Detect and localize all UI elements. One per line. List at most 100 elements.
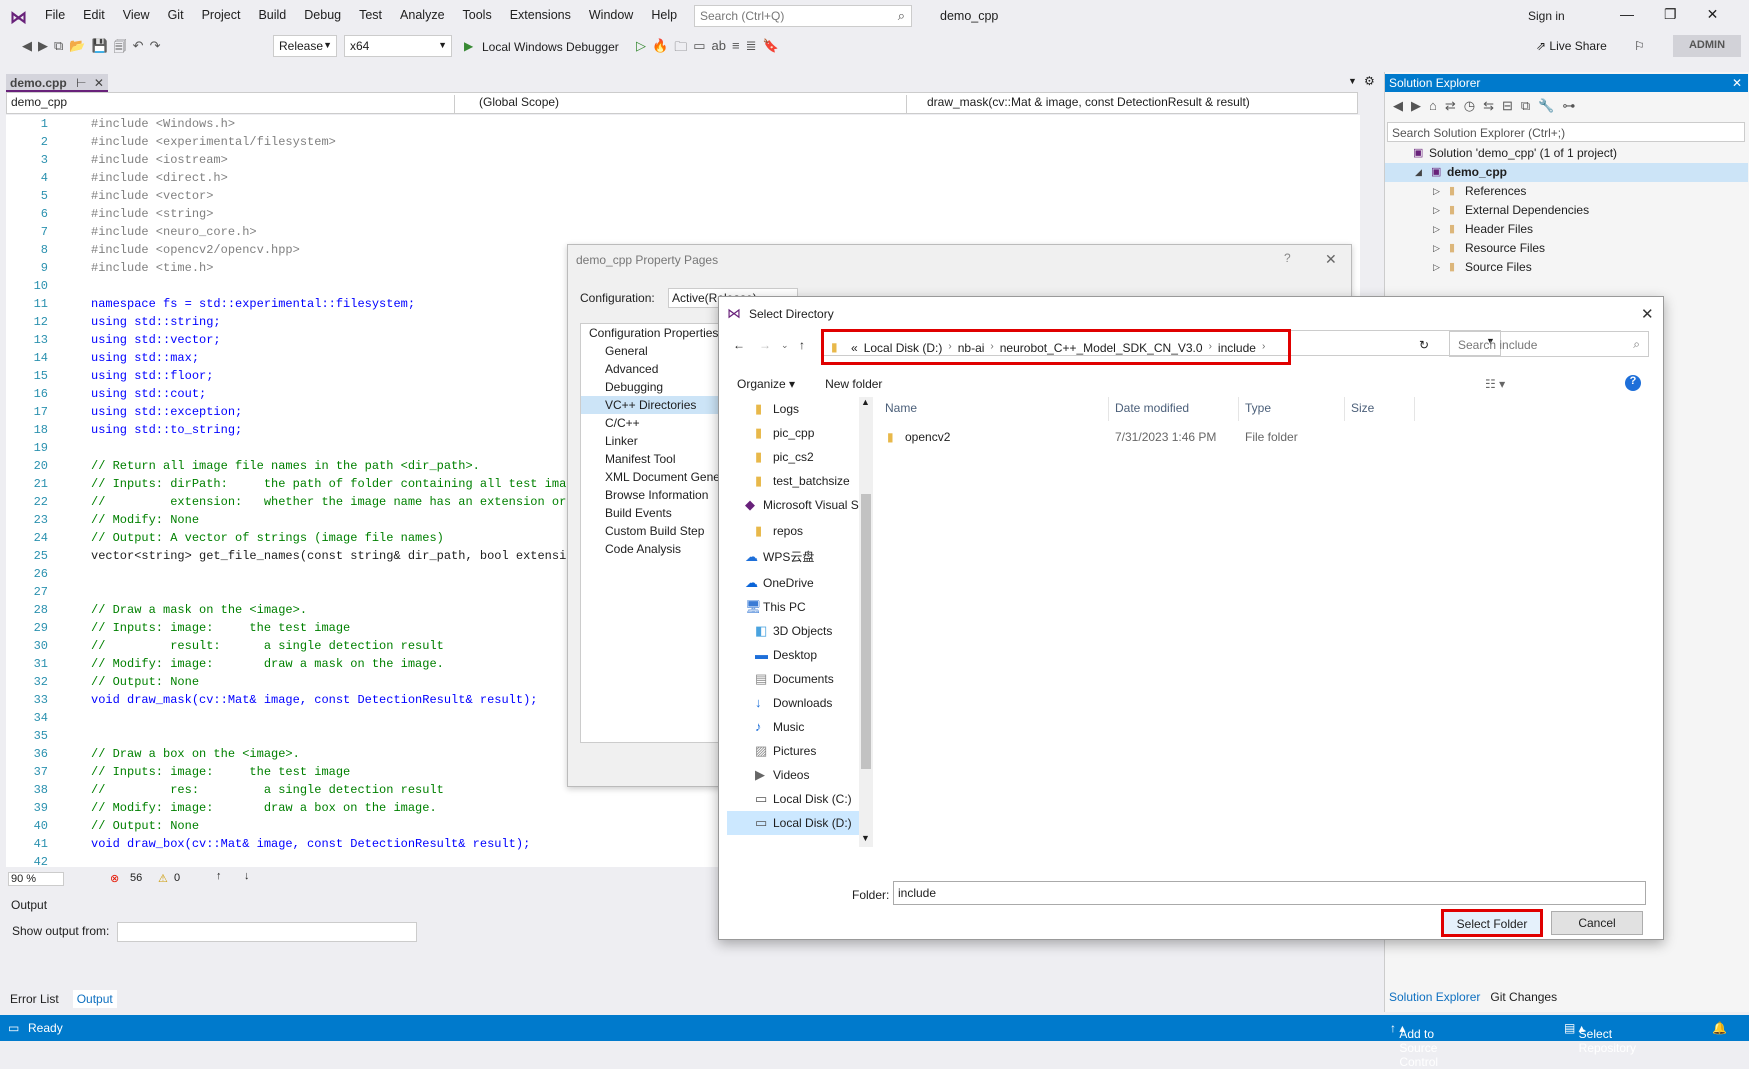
nav-item[interactable]: ▨ Pictures	[727, 739, 859, 763]
nav-item[interactable]: ◧ 3D Objects	[727, 619, 859, 643]
menu-edit[interactable]: Edit	[74, 8, 114, 22]
visual-studio-logo-icon[interactable]: ⋈	[10, 8, 27, 28]
property-tree-item[interactable]: Build Events	[581, 504, 719, 522]
sign-in-link[interactable]: Sign in	[1528, 9, 1565, 23]
bookmark-icon[interactable]: 🔖	[762, 38, 778, 60]
nav-item[interactable]: ☁ WPS云盘	[727, 545, 859, 569]
nav-item[interactable]: ↓ Downloads	[727, 691, 859, 715]
menu-git[interactable]: Git	[159, 8, 193, 22]
tab-error-list[interactable]: Error List	[6, 990, 63, 1008]
close-icon[interactable]: ✕	[1707, 6, 1719, 23]
property-tree-item[interactable]: Configuration Properties	[581, 324, 719, 342]
tab-overflow-icon[interactable]: ▼	[1348, 76, 1357, 86]
forward-icon[interactable]: ▶	[1411, 98, 1421, 116]
search-include-input[interactable]: Search include ⌕	[1449, 331, 1649, 357]
menu-window[interactable]: Window	[580, 8, 642, 22]
view-options-icon[interactable]: ☷ ▾	[1485, 377, 1505, 391]
redo-icon[interactable]: ↷	[150, 38, 161, 60]
menu-tools[interactable]: Tools	[454, 8, 501, 22]
breadcrumb-item[interactable]: nb-ai	[958, 341, 985, 355]
hot-reload-icon[interactable]: 🔥	[652, 38, 668, 60]
collapse-icon[interactable]: ◢	[1415, 163, 1422, 182]
menu-view[interactable]: View	[114, 8, 159, 22]
scope-dropdown[interactable]: (Global Scope)	[459, 95, 907, 113]
property-tree-item[interactable]: Code Analysis	[581, 540, 719, 558]
solution-search-input[interactable]: Search Solution Explorer (Ctrl+;)	[1387, 122, 1745, 142]
comment-icon[interactable]: ≡	[732, 38, 740, 60]
show-all-files-icon[interactable]: ⧉	[1521, 98, 1530, 116]
settings-gear-icon[interactable]: ⚙	[1364, 74, 1375, 88]
back-icon[interactable]: ←	[733, 338, 745, 352]
tab-git-changes[interactable]: Git Changes	[1490, 990, 1557, 1004]
nav-item[interactable]: ☁ OneDrive	[727, 571, 859, 595]
menu-project[interactable]: Project	[193, 8, 250, 22]
tree-node[interactable]: ▷ ▮ Resource Files	[1385, 239, 1748, 258]
expand-icon[interactable]: ▷	[1433, 258, 1440, 277]
property-tree-item[interactable]: C/C++	[581, 414, 719, 432]
breadcrumb-item[interactable]: include	[1218, 341, 1256, 355]
help-icon[interactable]: ?	[1625, 375, 1641, 391]
nav-item[interactable]: ▮ repos	[727, 519, 859, 543]
configuration-dropdown[interactable]: Release ▼	[273, 35, 337, 57]
organize-button[interactable]: Organize ▾	[737, 377, 795, 391]
breadcrumb-separator-icon[interactable]: ›	[990, 341, 993, 355]
tree-node[interactable]: ◢ ▣ demo_cpp	[1385, 163, 1748, 182]
open-icon[interactable]: 📂	[69, 38, 85, 60]
property-tree-item[interactable]: Manifest Tool	[581, 450, 719, 468]
tree-node[interactable]: ▷ ▮ Source Files	[1385, 258, 1748, 277]
menu-build[interactable]: Build	[249, 8, 295, 22]
nav-item[interactable]: ♪ Music	[727, 715, 859, 739]
menu-help[interactable]: Help	[642, 8, 686, 22]
column-size[interactable]: Size	[1345, 397, 1415, 421]
tab-output[interactable]: Output	[72, 990, 117, 1008]
window-layout-icon[interactable]: ▭	[693, 38, 705, 60]
expand-icon[interactable]: ▷	[1433, 220, 1440, 239]
menu-extensions[interactable]: Extensions	[501, 8, 580, 22]
select-folder-button[interactable]: Select Folder	[1441, 909, 1543, 937]
tab-demo-cpp[interactable]: demo.cpp ⊢ ✕	[6, 74, 108, 92]
nav-item[interactable]: ▬ Desktop	[727, 643, 859, 667]
code-line[interactable]: 5 #include <vector>	[6, 187, 1360, 205]
arrow-down-icon[interactable]: ↓	[244, 870, 250, 882]
tree-node[interactable]: ▣ Solution 'demo_cpp' (1 of 1 project)	[1385, 144, 1748, 163]
platform-dropdown[interactable]: x64 ▼	[344, 35, 452, 57]
pin-icon[interactable]: ⊢	[76, 76, 86, 90]
new-folder-button[interactable]: New folder	[825, 377, 882, 391]
tree-node[interactable]: ▷ ▮ References	[1385, 182, 1748, 201]
breadcrumb-separator-icon[interactable]: ›	[1262, 341, 1265, 355]
restore-icon[interactable]: ❐	[1664, 6, 1677, 23]
folder-open-icon[interactable]: 🗀	[674, 38, 687, 60]
nav-item[interactable]: ▮ Logs	[727, 397, 859, 421]
expand-icon[interactable]: ▷	[1433, 201, 1440, 220]
help-icon[interactable]: ?	[1284, 251, 1291, 265]
tree-node[interactable]: ▷ ▮ Header Files	[1385, 220, 1748, 239]
property-tree-item[interactable]: Advanced	[581, 360, 719, 378]
nav-item[interactable]: ▮ pic_cpp	[727, 421, 859, 445]
forward-icon[interactable]: →	[759, 338, 771, 352]
nav-item[interactable]: ▮ test_batchsize	[727, 469, 859, 493]
code-line[interactable]: 6 #include <string>	[6, 205, 1360, 223]
scroll-up-icon[interactable]: ▲	[861, 397, 870, 407]
scroll-down-icon[interactable]: ▼	[861, 833, 870, 843]
collapse-all-icon[interactable]: ⊟	[1502, 98, 1513, 116]
property-tree-item[interactable]: Linker	[581, 432, 719, 450]
select-repository-button[interactable]: ▤ Select Repository ▴	[1564, 1021, 1636, 1055]
undo-icon[interactable]: ↶	[133, 38, 144, 60]
output-source-dropdown[interactable]	[116, 922, 417, 942]
column-name[interactable]: Name	[879, 397, 1109, 421]
column-type[interactable]: Type	[1239, 397, 1345, 421]
nav-item[interactable]: ▤ Documents	[727, 667, 859, 691]
nav-item[interactable]: ◆ Microsoft Visual Studio	[727, 493, 859, 517]
start-without-debug-icon[interactable]: ▷	[636, 38, 646, 60]
nav-item[interactable]: ▶ Videos	[727, 763, 859, 787]
search-input[interactable]: Search (Ctrl+Q) ⌕	[694, 5, 912, 27]
arrow-up-icon[interactable]: ↑	[216, 870, 222, 882]
uncomment-icon[interactable]: ≣	[746, 38, 757, 60]
scroll-thumb[interactable]	[861, 494, 871, 769]
error-count[interactable]: 56	[130, 872, 142, 884]
breadcrumb-item[interactable]: «	[851, 341, 858, 355]
close-icon[interactable]: ✕	[1732, 76, 1742, 90]
close-icon[interactable]: ✕	[1325, 251, 1337, 268]
history-icon[interactable]: ◷	[1464, 98, 1475, 116]
tab-solution-explorer[interactable]: Solution Explorer	[1389, 990, 1480, 1004]
